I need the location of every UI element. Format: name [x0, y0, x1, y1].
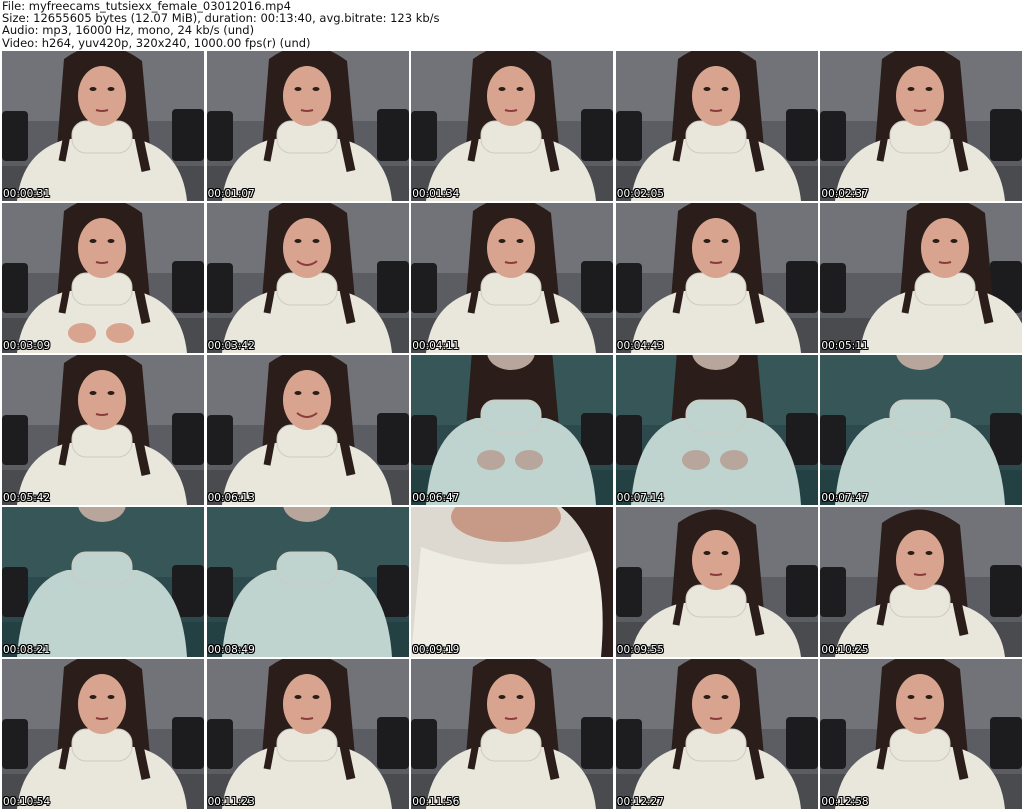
video-thumbnail: 00:06:13 [206, 355, 409, 505]
thumbnail-frame-image [206, 203, 409, 353]
video-thumbnail: 00:05:11 [820, 203, 1023, 353]
thumbnail-frame-image [206, 355, 409, 505]
thumbnail-timestamp: 00:04:43 [616, 340, 664, 352]
thumbnail-frame-image [615, 659, 818, 809]
thumbnail-frame-image [2, 355, 204, 505]
thumbnail-timestamp: 00:10:54 [3, 796, 51, 808]
thumbnail-timestamp: 00:02:05 [616, 188, 664, 200]
thumbnail-timestamp: 00:01:07 [207, 188, 255, 200]
video-info-line: Video: h264, yuv420p, 320x240, 1000.00 f… [2, 35, 311, 50]
file-info-header: File: myfreecams_tutsiexx_female_0301201… [2, 0, 1020, 50]
thumbnail-frame-image [820, 507, 1023, 657]
thumbnail-timestamp: 00:06:47 [412, 492, 460, 504]
thumbnail-frame-image [2, 203, 204, 353]
thumbnail-timestamp: 00:00:31 [3, 188, 51, 200]
video-thumbnail: 00:03:09 [2, 203, 204, 353]
video-thumbnail: 00:08:49 [206, 507, 409, 657]
thumbnail-grid: 00:00:31 00:01:07 00:01:34 00:02:05 00:02:37… [2, 51, 1023, 809]
video-thumbnail: 00:08:21 [2, 507, 204, 657]
video-thumbnail: 00:09:19 [411, 507, 614, 657]
video-thumbnail: 00:10:25 [820, 507, 1023, 657]
thumbnail-frame-image [615, 51, 818, 201]
thumbnail-timestamp: 00:05:42 [3, 492, 51, 504]
video-thumbnail: 00:07:47 [820, 355, 1023, 505]
thumbnail-timestamp: 00:08:21 [3, 644, 51, 656]
thumbnail-frame-image [411, 507, 614, 657]
video-thumbnail: 00:04:43 [615, 203, 818, 353]
thumbnail-frame-image [820, 355, 1023, 505]
thumbnail-timestamp: 00:12:58 [821, 796, 869, 808]
thumbnail-timestamp: 00:10:25 [821, 644, 869, 656]
thumbnail-frame-image [615, 203, 818, 353]
thumbnail-timestamp: 00:03:42 [207, 340, 255, 352]
thumbnail-timestamp: 00:06:13 [207, 492, 255, 504]
thumbnail-timestamp: 00:07:14 [616, 492, 664, 504]
thumbnail-frame-image [820, 51, 1023, 201]
thumbnail-timestamp: 00:07:47 [821, 492, 869, 504]
thumbnail-timestamp: 00:12:27 [616, 796, 664, 808]
thumbnail-timestamp: 00:11:23 [207, 796, 255, 808]
thumbnail-timestamp: 00:09:55 [616, 644, 664, 656]
thumbnail-frame-image [411, 203, 614, 353]
thumbnail-frame-image [206, 51, 409, 201]
video-thumbnail: 00:00:31 [2, 51, 204, 201]
thumbnail-timestamp: 00:03:09 [3, 340, 51, 352]
video-thumbnail: 00:12:58 [820, 659, 1023, 809]
video-thumbnail: 00:01:34 [411, 51, 614, 201]
video-thumbnail: 00:12:27 [615, 659, 818, 809]
video-thumbnail: 00:05:42 [2, 355, 204, 505]
thumbnail-frame-image [411, 659, 614, 809]
video-thumbnail: 00:11:56 [411, 659, 614, 809]
thumbnail-frame-image [2, 507, 204, 657]
thumbnail-timestamp: 00:04:11 [412, 340, 460, 352]
thumbnail-frame-image [2, 659, 204, 809]
thumbnail-timestamp: 00:11:56 [412, 796, 460, 808]
video-thumbnail: 00:02:37 [820, 51, 1023, 201]
thumbnail-frame-image [206, 659, 409, 809]
thumbnail-frame-image [411, 51, 614, 201]
video-thumbnail: 00:04:11 [411, 203, 614, 353]
thumbnail-frame-image [411, 355, 614, 505]
audio-info-line: Audio: mp3, 16000 Hz, mono, 24 kb/s (und… [2, 23, 255, 38]
thumbnail-timestamp: 00:02:37 [821, 188, 869, 200]
video-thumbnail: 00:01:07 [206, 51, 409, 201]
video-thumbnail: 00:06:47 [411, 355, 614, 505]
thumbnail-frame-image [206, 507, 409, 657]
video-thumbnail: 00:03:42 [206, 203, 409, 353]
thumbnail-timestamp: 00:08:49 [207, 644, 255, 656]
thumbnail-frame-image [615, 507, 818, 657]
thumbnail-timestamp: 00:09:19 [412, 644, 460, 656]
thumbnail-frame-image [615, 355, 818, 505]
video-thumbnail: 00:11:23 [206, 659, 409, 809]
video-thumbnail: 00:10:54 [2, 659, 204, 809]
thumbnail-timestamp: 00:01:34 [412, 188, 460, 200]
video-thumbnail: 00:07:14 [615, 355, 818, 505]
thumbnail-frame-image [820, 659, 1023, 809]
video-thumbnail: 00:09:55 [615, 507, 818, 657]
thumbnail-timestamp: 00:05:11 [821, 340, 869, 352]
thumbnail-frame-image [2, 51, 204, 201]
thumbnail-frame-image [820, 203, 1023, 353]
video-thumbnail: 00:02:05 [615, 51, 818, 201]
